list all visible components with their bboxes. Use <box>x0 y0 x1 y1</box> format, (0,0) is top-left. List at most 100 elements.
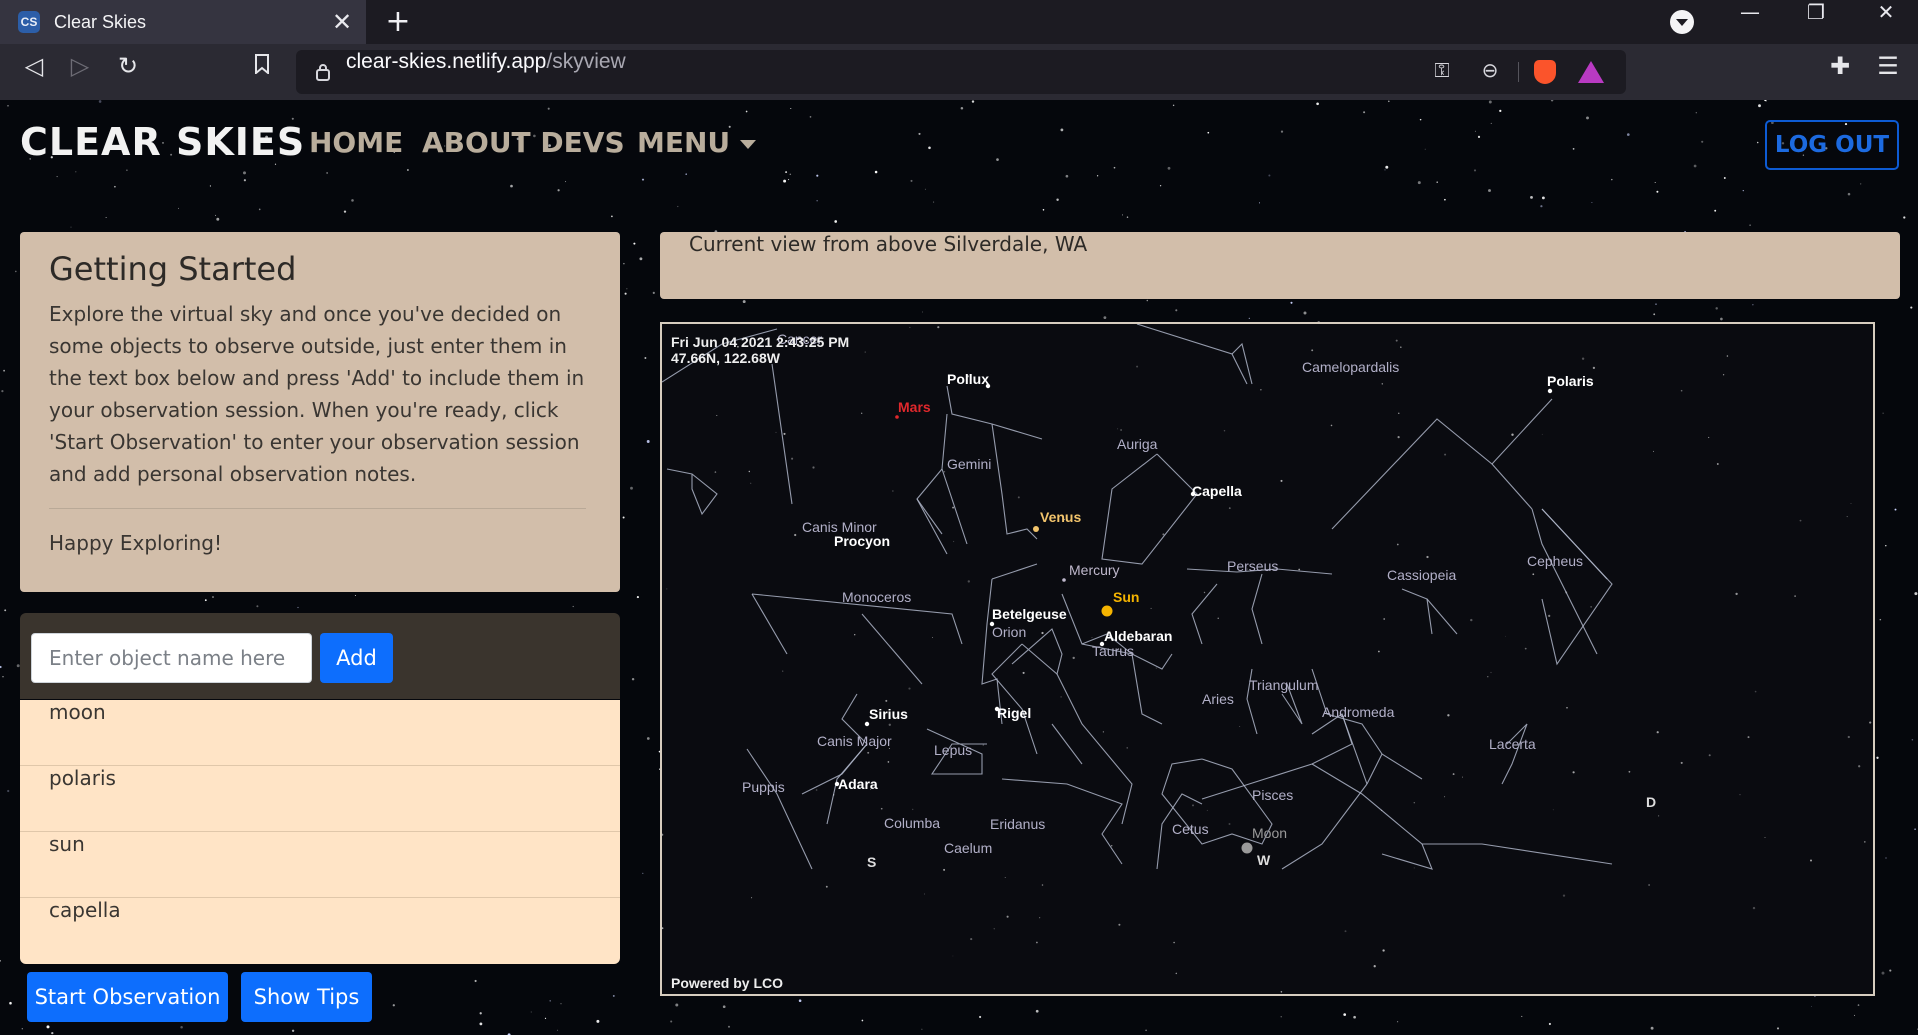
list-item[interactable]: moon <box>20 700 620 766</box>
new-tab-icon[interactable]: + <box>380 4 416 40</box>
compass-label: W <box>1257 852 1271 868</box>
faint-star <box>932 637 934 639</box>
start-observation-button[interactable]: Start Observation <box>27 972 228 1022</box>
constellation-line <box>946 385 1043 440</box>
faint-star <box>864 351 866 353</box>
faint-star <box>1648 884 1650 886</box>
faint-star <box>1398 412 1400 414</box>
faint-star <box>1722 374 1725 376</box>
sky-map[interactable]: Cancer Camelopardalis Gemini Auriga Canis Mi… <box>660 322 1875 996</box>
list-item[interactable]: sun <box>20 832 620 898</box>
faint-star <box>1004 877 1006 879</box>
faint-star <box>815 789 818 791</box>
faint-star <box>1017 496 1020 499</box>
planet-dot <box>895 415 899 419</box>
zoom-out-icon[interactable]: ⊖ <box>1476 58 1504 86</box>
window-close-icon[interactable]: ✕ <box>1856 0 1916 44</box>
constellation-line <box>981 578 1003 725</box>
constellation-line <box>1056 673 1133 825</box>
faint-star <box>1581 357 1585 360</box>
list-item[interactable]: polaris <box>20 766 620 832</box>
faint-star <box>1155 667 1157 669</box>
browser-tab[interactable]: CS Clear Skies ✕ <box>0 0 366 44</box>
reload-icon[interactable]: ↻ <box>108 52 148 92</box>
constellation-label: Eridanus <box>990 816 1045 832</box>
getting-started-body: Explore the virtual sky and once you've … <box>49 302 585 486</box>
forward-icon[interactable]: ▷ <box>60 52 100 92</box>
faint-star <box>812 466 815 469</box>
tab-list-dropdown-icon[interactable] <box>1670 10 1694 34</box>
constellation-line <box>991 563 1038 580</box>
back-icon[interactable]: ◁ <box>14 52 54 92</box>
faint-star <box>1532 573 1535 576</box>
constellation-label: Camelopardalis <box>1302 359 1399 375</box>
constellation-label: Lacerta <box>1489 736 1536 752</box>
planet-dot <box>1033 526 1039 532</box>
constellation-line <box>666 468 718 516</box>
brave-rewards-icon[interactable] <box>1578 61 1604 83</box>
divider <box>49 508 586 509</box>
faint-star <box>937 326 940 329</box>
faint-star <box>952 506 955 509</box>
constellation-label: Lepus <box>934 742 972 758</box>
constellation-label: Aries <box>1202 691 1234 707</box>
tab-close-icon[interactable]: ✕ <box>328 8 356 36</box>
faint-star <box>1203 591 1206 594</box>
faint-star <box>1628 770 1631 773</box>
constellation-line <box>861 613 923 685</box>
faint-star <box>1039 917 1041 919</box>
faint-star <box>1400 346 1402 348</box>
constellation-line <box>916 413 948 555</box>
faint-star <box>1036 941 1038 944</box>
nav-home[interactable]: HOME <box>309 126 403 159</box>
constellation-line <box>1341 713 1368 785</box>
constellation-line <box>916 498 943 535</box>
object-name-input[interactable] <box>31 633 312 683</box>
faint-star <box>1447 714 1450 717</box>
add-button[interactable]: Add <box>320 633 393 683</box>
minimize-icon[interactable]: — <box>1720 0 1780 44</box>
star-label: Adara <box>838 776 878 792</box>
site-brand[interactable]: CLEAR SKIES <box>20 120 305 164</box>
constellation-label: Auriga <box>1117 436 1158 452</box>
faint-star <box>1228 507 1231 509</box>
constellation-line <box>1101 453 1198 565</box>
faint-star <box>1548 614 1551 618</box>
brave-shields-icon[interactable] <box>1534 60 1556 84</box>
nav-about-devs[interactable]: ABOUT DEVS <box>422 126 625 159</box>
planet-label: Moon <box>1252 825 1287 841</box>
faint-star <box>854 634 856 636</box>
restore-icon[interactable]: ❐ <box>1786 0 1846 44</box>
faint-star <box>970 938 973 941</box>
faint-star <box>1091 636 1093 638</box>
constellation-line <box>771 363 793 505</box>
key-icon[interactable]: ⚿ <box>1428 58 1456 86</box>
faint-star <box>861 412 863 414</box>
faint-star <box>1206 809 1208 811</box>
faint-star <box>943 470 946 473</box>
faint-star <box>1490 671 1492 674</box>
constellation-label: Puppis <box>742 779 785 795</box>
show-tips-button[interactable]: Show Tips <box>241 972 372 1022</box>
faint-star <box>1413 867 1415 869</box>
faint-star <box>1311 349 1314 352</box>
menu-icon[interactable]: ☰ <box>1868 52 1908 92</box>
bookmark-icon[interactable] <box>242 52 282 92</box>
faint-star <box>1383 618 1386 620</box>
constellation-line <box>991 423 1038 540</box>
sky-chart[interactable]: CancerCamelopardalisGeminiAurigaCanis Mi… <box>662 324 1873 994</box>
extensions-icon[interactable]: ✚ <box>1820 52 1860 92</box>
faint-star <box>851 530 853 531</box>
constellation-label: Cepheus <box>1527 553 1583 569</box>
list-item[interactable]: capella <box>20 898 620 964</box>
logout-button[interactable]: LOG OUT <box>1765 120 1899 170</box>
faint-star <box>1524 647 1527 650</box>
faint-star <box>953 540 955 543</box>
constellation-label: Caelum <box>944 840 992 856</box>
address-bar[interactable]: clear-skies.netlify.app/skyview ⚿ ⊖ <box>296 50 1626 94</box>
faint-star <box>791 457 794 460</box>
constellation-label: Columba <box>884 815 940 831</box>
planet-label: Sun <box>1113 589 1139 605</box>
nav-menu[interactable]: MENU <box>637 126 757 159</box>
url-separator <box>1518 62 1519 82</box>
